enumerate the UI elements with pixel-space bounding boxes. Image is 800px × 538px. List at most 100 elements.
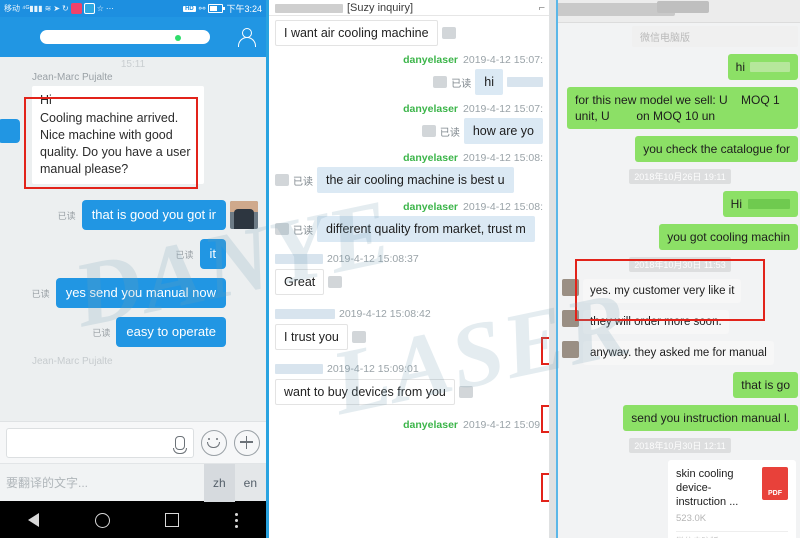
wechat-header: [549, 0, 800, 23]
message-row: I trust you: [275, 324, 543, 350]
screenshot-root: 移动 ⁴ᴳ▮▮▮ ≋ ➤ ↻ ☆ ⋯ HD ⚯ 下午3:24 15:11 Jea…: [0, 0, 800, 538]
avatar: [562, 279, 579, 296]
avatar: [562, 310, 579, 327]
back-icon[interactable]: [27, 513, 39, 527]
timestamp: 2019-4-12 15:08:: [463, 201, 543, 213]
more-icon[interactable]: [235, 518, 239, 522]
message-row: hi: [562, 54, 798, 80]
redacted-text: [507, 77, 543, 87]
outgoing-message-bubble[interactable]: you got cooling machin: [659, 224, 798, 250]
read-receipt: 已读: [92, 327, 111, 338]
lang-from[interactable]: zh: [203, 463, 235, 502]
outgoing-message-bubble[interactable]: you check the catalogue for: [635, 136, 798, 162]
redacted-text: [750, 62, 790, 72]
recents-icon[interactable]: [165, 513, 180, 527]
chat-faded-timestamp: 15:11: [120, 59, 146, 69]
read-receipt: 已读: [57, 210, 76, 221]
home-icon[interactable]: [94, 512, 110, 528]
message-row: I want air cooling machine: [275, 20, 543, 46]
message-meta: danyelaser 2019-4-12 15:09:: [275, 419, 543, 431]
outgoing-row: 已读 easy to operate: [8, 317, 258, 347]
outgoing-message-bubble[interactable]: send you instruction manual l.: [623, 405, 798, 431]
outgoing-message-bubble[interactable]: that is good you got ir: [81, 200, 226, 230]
outgoing-message-bubble[interactable]: Hi: [722, 191, 798, 217]
pc-chat-header: [Suzy inquiry] ⌐: [269, 0, 549, 16]
status-left-icons: 移动 ⁴ᴳ▮▮▮ ≋ ➤ ↻ ☆ ⋯: [4, 3, 183, 14]
location-icon: ➤: [53, 3, 61, 13]
avatar-placeholder: [275, 223, 289, 235]
avatar: [0, 119, 20, 143]
incoming-highlighted-text: Cooling machine arrived. Nice machine wi…: [40, 111, 191, 176]
message-row: 已读 how are yo: [275, 118, 543, 144]
chat-subject: [Suzy inquiry]: [347, 2, 414, 14]
app-icon-pink: [70, 3, 82, 14]
pc-chat-body: I want air cooling machine danyelaser 201…: [269, 16, 549, 538]
message-sender-name: Jean-Marc Pujalte: [32, 72, 113, 83]
read-receipt: 已读: [451, 78, 472, 90]
pdf-icon: PDF: [762, 467, 788, 500]
message-input[interactable]: [6, 427, 194, 458]
expand-icon[interactable]: ⌐: [539, 2, 545, 14]
incoming-message-bubble[interactable]: they will order more soon.: [583, 310, 729, 334]
outgoing-message-bubble[interactable]: hi: [475, 69, 503, 95]
incoming-message-bubble[interactable]: anyway. they asked me for manual: [583, 341, 774, 365]
phone-status-bar: 移动 ⁴ᴳ▮▮▮ ≋ ➤ ↻ ☆ ⋯ HD ⚯ 下午3:24: [0, 0, 266, 17]
message-row: send you instruction manual l.: [562, 405, 798, 431]
outgoing-message-bubble[interactable]: it: [199, 239, 226, 269]
language-toggle: zh en: [203, 463, 266, 502]
wifi-icon: ≋: [44, 3, 52, 13]
incoming-message-bubble[interactable]: I want air cooling machine: [275, 20, 438, 46]
avatar-placeholder: [351, 331, 366, 343]
message-meta: danyelaser 2019-4-12 15:08:: [275, 201, 543, 213]
translate-input[interactable]: 要翻译的文字...: [6, 474, 204, 491]
read-receipt: 已读: [439, 127, 460, 139]
read-receipt: 已读: [293, 176, 313, 188]
incoming-message-bubble[interactable]: I trust you: [275, 324, 348, 350]
message-row: 已读 hi: [275, 69, 543, 95]
outgoing-message-bubble[interactable]: yes send you manual now: [55, 278, 226, 308]
message-row: 已读 the air cooling machine is best u: [275, 167, 543, 193]
translate-bar: 要翻译的文字... zh en: [0, 463, 266, 502]
phone-input-bar: [0, 421, 266, 463]
message-meta: danyelaser 2019-4-12 15:08:: [275, 152, 543, 164]
message-row: want to buy devices from you: [275, 379, 543, 405]
incoming-message-bubble[interactable]: want to buy devices from you: [275, 379, 455, 405]
incoming-message-bubble[interactable]: Hi Cooling machine arrived. Nice machine…: [32, 86, 204, 184]
lang-to[interactable]: en: [235, 464, 266, 502]
phone-panel: 移动 ⁴ᴳ▮▮▮ ≋ ➤ ↻ ☆ ⋯ HD ⚯ 下午3:24 15:11 Jea…: [0, 0, 266, 538]
incoming-message-bubble[interactable]: different quality from market, trust m: [317, 216, 535, 242]
outgoing-row: 已读 yes send you manual now: [8, 278, 258, 308]
outgoing-row: 已读 it: [8, 239, 258, 269]
outgoing-message-bubble[interactable]: that is go: [733, 372, 798, 398]
message-row: Great: [275, 269, 543, 295]
incoming-message-bubble[interactable]: yes. my customer very like it: [583, 279, 742, 303]
timestamp: 2019-4-12 15:08:: [463, 152, 543, 164]
outgoing-message-bubble[interactable]: for this new model we sell: U MOQ 1 unit…: [567, 87, 798, 129]
timestamp: 2019-4-12 15:09:: [463, 419, 543, 431]
wechat-chat-body: 微信电脑版 hi for this new model we sell: U M…: [558, 22, 800, 538]
outgoing-message-bubble[interactable]: easy to operate: [116, 317, 226, 347]
microphone-icon[interactable]: [173, 435, 187, 454]
message-row: Hi: [562, 191, 798, 217]
message-meta: 2019-4-12 15:09:01: [275, 363, 543, 375]
avatar-placeholder: [458, 386, 473, 398]
avatar-placeholder: [275, 174, 289, 186]
sync-icon: ↻: [62, 3, 69, 13]
plus-icon[interactable]: [234, 429, 260, 456]
incoming-message-bubble[interactable]: Great: [275, 269, 325, 295]
message-row: 已读 different quality from market, trust …: [275, 216, 543, 242]
app-icon-blue: [83, 3, 95, 14]
profile-icon[interactable]: [236, 27, 256, 47]
status-clock: 下午3:24: [226, 4, 262, 14]
message-row: you check the catalogue for: [562, 136, 798, 162]
smiley-icon[interactable]: [201, 429, 227, 456]
incoming-message-bubble[interactable]: the air cooling machine is best u: [317, 167, 514, 193]
message-row: that is go: [562, 372, 798, 398]
star-icon: ☆: [96, 3, 104, 13]
file-attachment-card[interactable]: skin cooling device-instruction ... PDF …: [668, 460, 796, 538]
timestamp: 2018年10月30日 12:11: [629, 438, 731, 453]
phone-chat-area: 15:11 Jean-Marc Pujalte Hi Cooling machi…: [0, 57, 266, 421]
outgoing-message-bubble[interactable]: hi: [727, 54, 798, 80]
contact-name-redacted: [275, 3, 343, 13]
outgoing-message-bubble[interactable]: how are yo: [463, 118, 543, 144]
